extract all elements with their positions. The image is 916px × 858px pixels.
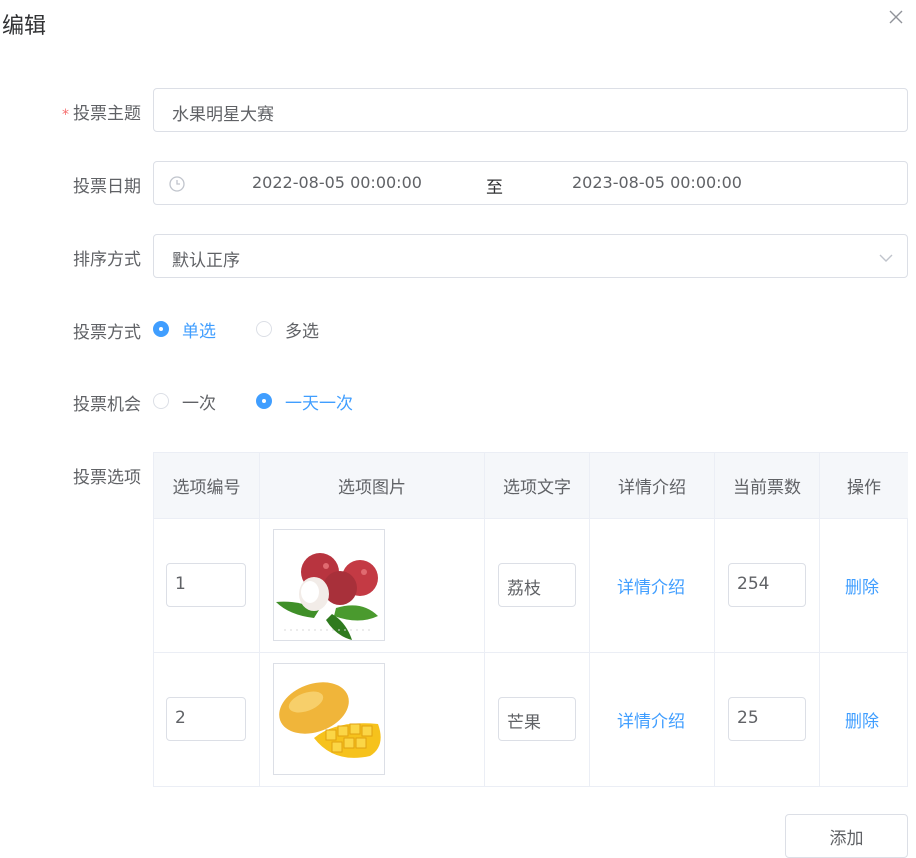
detail-link[interactable]: 详情介绍 bbox=[617, 707, 685, 732]
detail-link[interactable]: 详情介绍 bbox=[617, 573, 685, 598]
radio-once-per-day[interactable]: 一天一次 bbox=[256, 390, 353, 414]
table-row: 2 bbox=[154, 653, 260, 786]
subject-label: * 投票主题 bbox=[62, 104, 141, 124]
chevron-down-icon bbox=[879, 250, 893, 269]
sort-label: 排序方式 bbox=[73, 250, 141, 270]
radio-once-label: 一次 bbox=[182, 393, 216, 414]
chance-label: 投票机会 bbox=[73, 395, 141, 415]
number-input[interactable]: 1 bbox=[166, 563, 246, 607]
mango-image[interactable] bbox=[273, 663, 385, 775]
header-action: 操作 bbox=[820, 453, 908, 519]
radio-single-dot[interactable] bbox=[153, 321, 169, 337]
radio-multiple[interactable]: 多选 bbox=[256, 318, 319, 342]
subject-input[interactable]: 水果明星大赛 bbox=[153, 88, 908, 132]
delete-button[interactable]: 删除 bbox=[845, 573, 879, 598]
votes-input[interactable]: 254 bbox=[728, 563, 806, 607]
radio-once-per-day-dot[interactable] bbox=[256, 393, 272, 409]
subject-value: 水果明星大赛 bbox=[172, 105, 274, 125]
radio-multiple-dot[interactable] bbox=[256, 321, 272, 337]
header-votes: 当前票数 bbox=[715, 453, 820, 519]
date-range-picker[interactable]: 2022-08-05 00:00:00 至 2023-08-05 00:00:0… bbox=[153, 161, 908, 205]
header-image: 选项图片 bbox=[260, 453, 485, 519]
required-mark: * bbox=[62, 107, 69, 123]
lychee-image[interactable] bbox=[273, 529, 385, 641]
radio-once-per-day-label: 一天一次 bbox=[285, 393, 353, 414]
header-text: 选项文字 bbox=[485, 453, 590, 519]
table-row: 1 bbox=[154, 519, 260, 653]
option-text-input[interactable]: 芒果 bbox=[498, 697, 576, 741]
header-number: 选项编号 bbox=[154, 453, 260, 519]
votes-input[interactable]: 25 bbox=[728, 697, 806, 741]
date-start-input[interactable]: 2022-08-05 00:00:00 bbox=[252, 173, 422, 192]
option-text-input[interactable]: 荔枝 bbox=[498, 563, 576, 607]
dialog-title: 编辑 bbox=[2, 14, 47, 39]
options-table: 选项编号 选项图片 选项文字 详情介绍 当前票数 操作 1 荔枝 详情介绍 25… bbox=[153, 452, 908, 787]
date-separator: 至 bbox=[486, 178, 503, 198]
sort-value: 默认正序 bbox=[172, 251, 240, 271]
vote-type-label: 投票方式 bbox=[73, 323, 141, 343]
delete-button[interactable]: 删除 bbox=[845, 707, 879, 732]
add-option-button[interactable]: 添加 bbox=[785, 814, 908, 858]
date-end-input[interactable]: 2023-08-05 00:00:00 bbox=[572, 173, 742, 192]
radio-multiple-label: 多选 bbox=[285, 321, 319, 342]
clock-icon bbox=[168, 175, 186, 197]
sort-select[interactable]: 默认正序 bbox=[153, 234, 908, 278]
number-input[interactable]: 2 bbox=[166, 697, 246, 741]
close-icon[interactable] bbox=[888, 9, 906, 27]
date-label: 投票日期 bbox=[73, 177, 141, 197]
radio-single[interactable]: 单选 bbox=[153, 318, 216, 342]
radio-once[interactable]: 一次 bbox=[153, 390, 216, 414]
header-detail: 详情介绍 bbox=[590, 453, 715, 519]
radio-single-label: 单选 bbox=[182, 321, 216, 342]
options-label: 投票选项 bbox=[73, 468, 141, 488]
radio-once-dot[interactable] bbox=[153, 393, 169, 409]
